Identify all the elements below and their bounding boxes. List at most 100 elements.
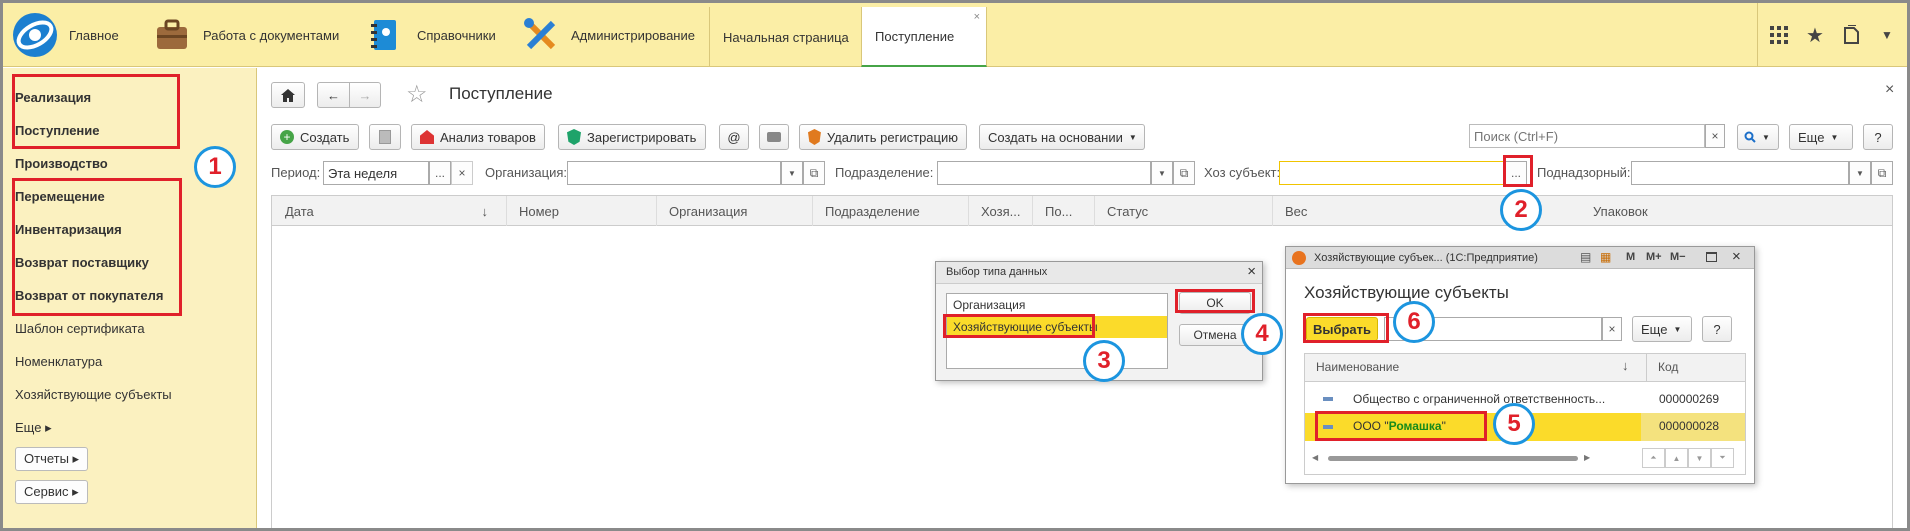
horizontal-scrollbar[interactable]: ◀ ▶ — [1312, 453, 1594, 463]
list-icon[interactable]: ▤ — [1580, 250, 1591, 264]
section-admin[interactable]: Администрирование — [523, 3, 695, 67]
supervised-open-icon[interactable]: ⧉ — [1871, 161, 1893, 185]
annotation-box-6 — [1303, 313, 1389, 343]
email-button[interactable]: @ — [719, 124, 749, 150]
window-close-icon[interactable]: × — [1732, 248, 1741, 265]
subjects-help-button[interactable]: ? — [1702, 316, 1732, 342]
dialog-close-icon[interactable]: × — [1247, 263, 1256, 280]
organization-field[interactable] — [567, 161, 781, 185]
sidebar-item-production[interactable]: Производство — [15, 156, 108, 171]
service-button[interactable]: Сервис ▸ — [15, 480, 88, 504]
search-clear-icon[interactable]: × — [1705, 124, 1725, 148]
period-select-button[interactable]: ... — [429, 161, 451, 185]
chevron-down-icon: ▼ — [1830, 132, 1839, 142]
search-clear-icon[interactable]: × — [1602, 317, 1622, 341]
analysis-button[interactable]: Анализ товаров — [411, 124, 545, 150]
column-number[interactable]: Номер — [507, 196, 657, 226]
chevron-down-icon: ▼ — [1762, 132, 1770, 142]
column-organization[interactable]: Организация — [657, 196, 813, 226]
analysis-label: Анализ товаров — [440, 129, 536, 145]
section-documents[interactable]: Работа с документами — [155, 3, 339, 67]
create-based-button[interactable]: Создать на основании ▼ — [979, 124, 1145, 150]
page-up-icon[interactable]: ▲ — [1665, 448, 1688, 468]
annotation-box-1b — [12, 178, 182, 316]
annotation-box-5 — [1315, 411, 1487, 441]
forward-button[interactable]: → — [349, 82, 381, 108]
tab-close-icon[interactable]: × — [974, 11, 980, 23]
column-supervised[interactable]: По... — [1033, 196, 1095, 226]
row-item-icon — [1323, 397, 1333, 401]
home-icon — [281, 88, 295, 102]
column-packages[interactable]: Упаковок — [1581, 196, 1891, 226]
search-input[interactable] — [1469, 124, 1705, 148]
section-references[interactable]: Справочники — [369, 3, 496, 67]
organization-open-icon[interactable]: ⧉ — [803, 161, 825, 185]
department-dropdown-icon[interactable]: ▼ — [1151, 161, 1173, 185]
page-down-icon[interactable]: ▼ — [1688, 448, 1711, 468]
column-name[interactable]: Наименование — [1316, 360, 1399, 374]
column-department[interactable]: Подразделение — [813, 196, 969, 226]
supervised-field[interactable] — [1631, 161, 1849, 185]
first-page-icon[interactable]: ⏶ — [1642, 448, 1665, 468]
favorite-star-icon[interactable]: ☆ — [406, 80, 428, 109]
calendar-icon[interactable]: ▦ — [1600, 250, 1611, 264]
scrollbar-thumb[interactable] — [1328, 456, 1578, 461]
column-status[interactable]: Статус — [1095, 196, 1273, 226]
copy-button[interactable] — [369, 124, 401, 150]
search-button[interactable]: ▼ — [1737, 124, 1779, 150]
back-arrow-icon: ← — [327, 87, 340, 103]
section-label: Главное — [69, 27, 119, 43]
reports-button[interactable]: Отчеты ▸ — [15, 447, 89, 471]
subject-field[interactable] — [1279, 161, 1505, 185]
more-label: Еще — [1641, 321, 1668, 337]
period-clear-icon[interactable]: × — [451, 161, 473, 185]
section-main[interactable]: Главное — [11, 3, 119, 67]
sidebar-item-subjects[interactable]: Хозяйствующие субъекты — [15, 387, 172, 402]
briefcase-icon — [157, 19, 187, 49]
star-icon[interactable]: ★ — [1803, 21, 1827, 49]
more-button[interactable]: Еще ▼ — [1789, 124, 1853, 150]
create-button[interactable]: + Создать — [271, 124, 359, 150]
back-button[interactable]: ← — [317, 82, 349, 108]
period-field[interactable]: Эта неделя — [323, 161, 429, 185]
dropdown-icon[interactable]: ▼ — [1875, 21, 1899, 49]
subjects-more-button[interactable]: Еще ▼ — [1632, 316, 1692, 342]
annotation-number-5: 5 — [1493, 403, 1535, 445]
memory-plus-button[interactable]: M+ — [1646, 251, 1662, 263]
department-open-icon[interactable]: ⧉ — [1173, 161, 1195, 185]
supervised-dropdown-icon[interactable]: ▼ — [1849, 161, 1871, 185]
row-name: Общество с ограниченной ответственность.… — [1353, 392, 1606, 406]
tab-home[interactable]: Начальная страница — [709, 7, 861, 67]
shield-icon — [567, 129, 581, 145]
home-button[interactable] — [271, 82, 305, 108]
search-icon — [1744, 131, 1756, 143]
form-close-icon[interactable]: × — [1885, 81, 1894, 99]
column-date[interactable]: Дата ↓ — [273, 196, 507, 226]
grid-icon[interactable] — [1767, 21, 1791, 49]
sidebar-item-more[interactable]: Еще ▸ — [15, 420, 52, 436]
tab-receipt[interactable]: Поступление × — [861, 7, 987, 67]
list-item[interactable]: Организация — [947, 294, 1167, 316]
help-button[interactable]: ? — [1863, 124, 1893, 150]
delete-registration-button[interactable]: Удалить регистрацию — [799, 124, 967, 150]
memory-button[interactable]: M — [1626, 251, 1635, 263]
department-field[interactable] — [937, 161, 1151, 185]
history-icon[interactable] — [1839, 21, 1863, 49]
print-button[interactable] — [759, 124, 789, 150]
annotation-number-4: 4 — [1241, 313, 1283, 355]
sidebar-item-certificate[interactable]: Шаблон сертификата — [15, 321, 145, 336]
maximize-icon[interactable] — [1706, 252, 1717, 262]
period-label: Период: — [271, 165, 321, 180]
dialog-titlebar: Выбор типа данных × — [936, 262, 1262, 284]
tab-label: Поступление — [875, 28, 955, 44]
page-title: Поступление — [449, 84, 553, 103]
register-button[interactable]: Зарегистрировать — [558, 124, 706, 150]
sidebar-item-nomenclature[interactable]: Номенклатура — [15, 354, 102, 369]
window-title: Хозяйствующие субъек... (1С:Предприятие) — [1314, 252, 1538, 264]
memory-minus-button[interactable]: M− — [1670, 251, 1686, 263]
organization-dropdown-icon[interactable]: ▼ — [781, 161, 803, 185]
column-subject[interactable]: Хозя... — [969, 196, 1033, 226]
register-label: Зарегистрировать — [587, 129, 697, 145]
last-page-icon[interactable]: ⏷ — [1711, 448, 1734, 468]
column-code[interactable]: Код — [1658, 360, 1678, 374]
